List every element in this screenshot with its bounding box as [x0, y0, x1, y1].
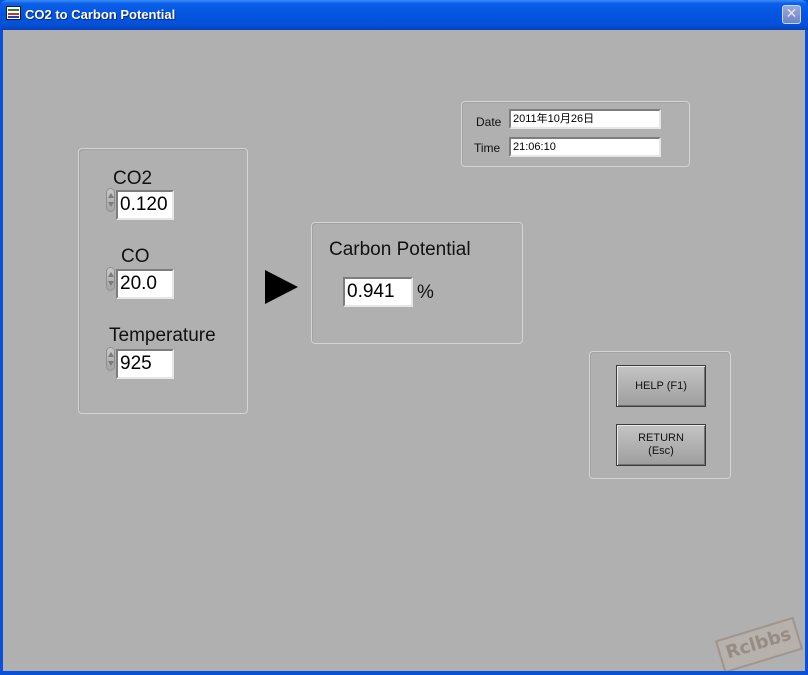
date-label: Date — [476, 115, 502, 129]
close-icon: ✕ — [785, 6, 798, 22]
app-window: CO2 to Carbon Potential ✕ CO2 0.120 CO 2… — [0, 0, 808, 675]
temperature-increment-decrement-icon[interactable] — [106, 347, 115, 371]
close-button[interactable]: ✕ — [782, 5, 801, 24]
temperature-label: Temperature — [109, 325, 216, 346]
co-input[interactable]: 20.0 — [116, 269, 174, 299]
right-arrow-icon — [265, 270, 298, 304]
carbon-potential-label: Carbon Potential — [329, 239, 471, 260]
window-title: CO2 to Carbon Potential — [25, 7, 176, 22]
temperature-input[interactable]: 925 — [116, 349, 174, 379]
watermark-stamp: Rclbbs — [714, 616, 804, 671]
date-display: 2011年10月26日 — [509, 109, 661, 129]
carbon-potential-unit: % — [417, 282, 434, 303]
labview-vi-icon — [6, 6, 21, 20]
carbon-potential-output: 0.941 — [343, 277, 413, 307]
title-bar[interactable]: CO2 to Carbon Potential ✕ — [0, 0, 808, 30]
co2-input[interactable]: 0.120 — [116, 190, 174, 220]
co2-increment-decrement-icon[interactable] — [106, 188, 115, 212]
co2-label: CO2 — [113, 168, 153, 189]
time-label: Time — [474, 141, 501, 155]
time-display: 21:06:10 — [509, 137, 661, 157]
front-panel: CO2 0.120 CO 20.0 Temperature 925 Carbon… — [3, 30, 805, 671]
return-button[interactable]: RETURN (Esc) — [616, 424, 706, 466]
help-button[interactable]: HELP (F1) — [616, 365, 706, 407]
co-increment-decrement-icon[interactable] — [106, 267, 115, 291]
co-label: CO — [121, 246, 150, 267]
